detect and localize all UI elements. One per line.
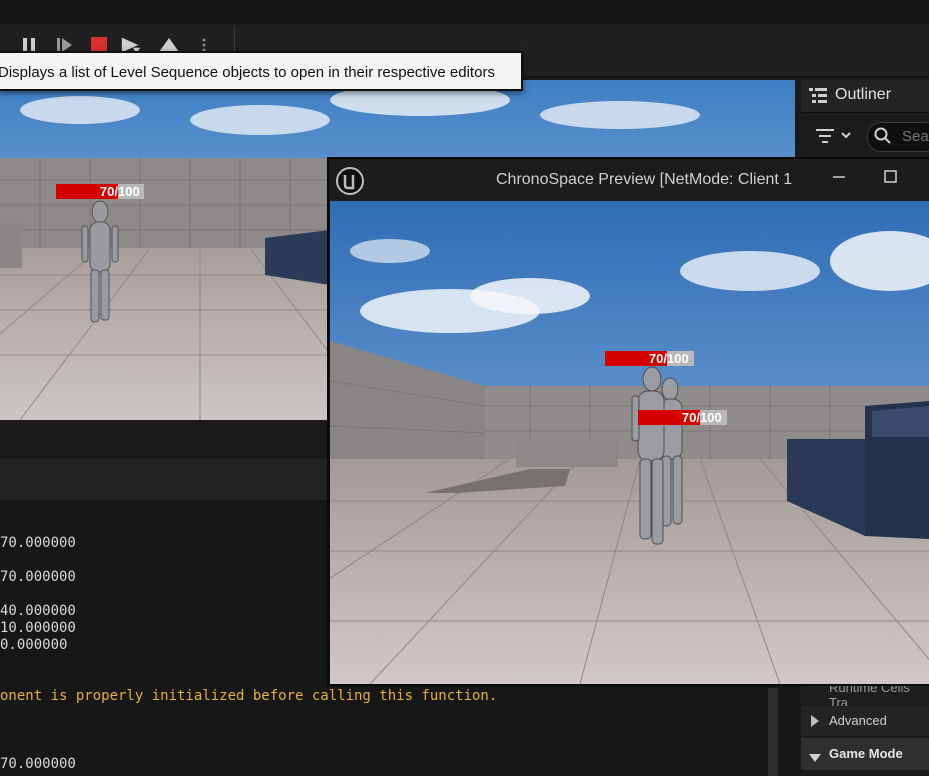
log-warning-line: onent is properly initialized before cal… (0, 688, 498, 704)
level-sequence-tooltip: Displays a list of Level Sequence object… (0, 51, 523, 91)
health-max: 100 (118, 184, 144, 199)
category-label: Game Mode (829, 746, 903, 761)
log-line: 70.000000 (0, 535, 76, 551)
menu-bar (0, 0, 929, 24)
health-max: 100 (667, 351, 694, 366)
preview-window-title: ChronoSpace Preview [NetMode: Client 1 (496, 171, 793, 188)
health-current: 70/ (638, 410, 700, 425)
maximize-icon[interactable] (883, 169, 899, 190)
outliner-icon (808, 86, 828, 111)
minimize-icon[interactable] (830, 170, 848, 189)
chevron-down-icon (809, 749, 821, 767)
health-current: 70/ (56, 184, 118, 199)
preview-scene (330, 201, 929, 684)
chevron-right-icon (811, 714, 819, 732)
output-log-tabbar (0, 459, 330, 500)
unreal-logo-icon (335, 166, 365, 201)
category-label: Advanced (829, 713, 887, 728)
log-scrollbar[interactable] (768, 688, 778, 776)
outliner-title: Outliner (835, 86, 892, 103)
category-game-mode[interactable]: Game Mode (801, 738, 929, 770)
log-line: 0.000000 (0, 637, 68, 653)
preview-viewport[interactable] (330, 201, 929, 684)
player-health-bar: 70/ 100 (638, 410, 727, 425)
log-line: 70.000000 (0, 569, 76, 585)
health-max: 100 (700, 410, 727, 425)
player-health-bar: 70/ 100 (605, 351, 694, 366)
search-placeholder: Search (902, 128, 929, 145)
viewport-health-bar: 70/ 100 (56, 184, 144, 199)
log-header (0, 420, 330, 459)
log-line: 10.000000 (0, 620, 76, 636)
filter-icon[interactable] (814, 126, 854, 151)
health-current: 70/ (605, 351, 667, 366)
log-line: 70.000000 (0, 756, 76, 772)
log-line: 40.000000 (0, 603, 76, 619)
category-advanced[interactable]: Advanced (801, 706, 929, 736)
search-icon (874, 127, 892, 150)
